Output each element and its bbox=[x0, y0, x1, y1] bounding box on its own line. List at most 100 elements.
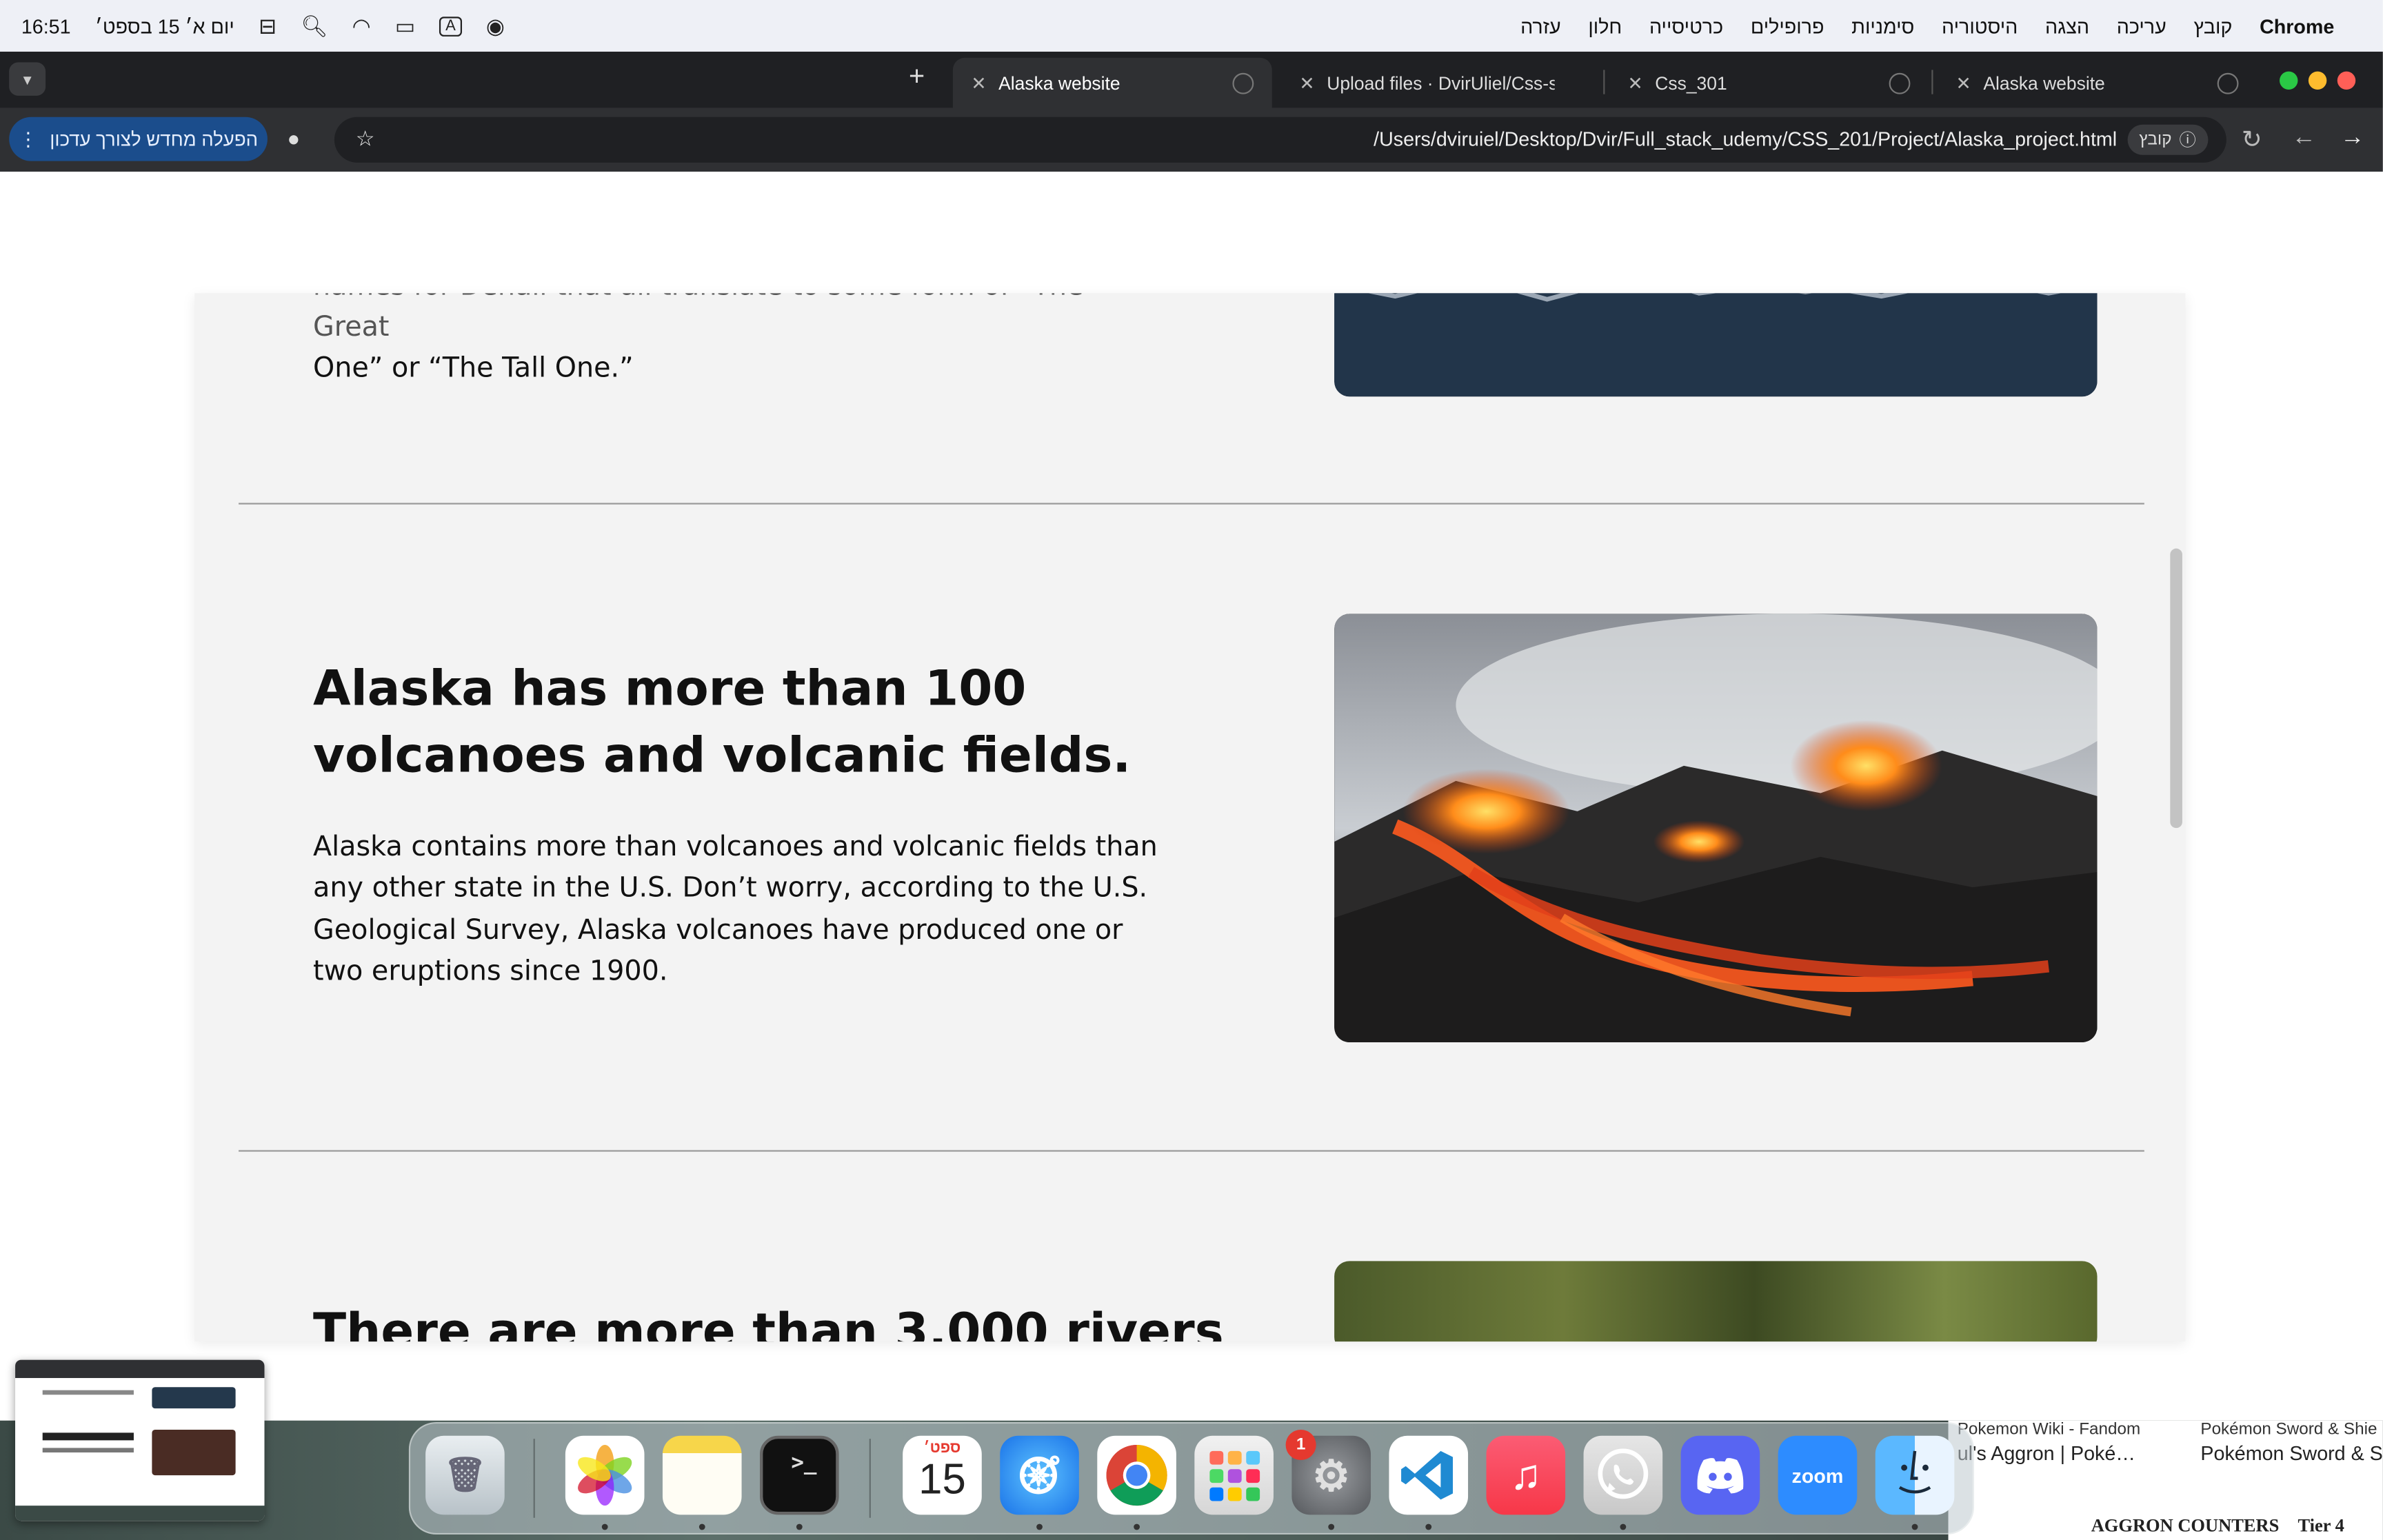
running-indicator bbox=[1036, 1523, 1043, 1530]
menu-app-name[interactable]: Chrome bbox=[2260, 14, 2334, 37]
close-tab-icon[interactable]: ✕ bbox=[1627, 72, 1642, 94]
menu-help[interactable]: עזרה bbox=[1520, 14, 1561, 37]
chrome-app-icon[interactable] bbox=[1097, 1435, 1176, 1515]
menu-view[interactable]: הצגה bbox=[2045, 14, 2089, 37]
screen-recording-icon[interactable]: ◉ bbox=[486, 13, 505, 39]
spotlight-icon[interactable]: 🔍︎ bbox=[301, 13, 328, 39]
close-tab-icon[interactable]: ✕ bbox=[1956, 72, 1971, 94]
tab-label: Upload files · DvirUliel/Css-se bbox=[1327, 72, 1555, 94]
running-indicator bbox=[796, 1523, 803, 1530]
whatsapp-app-icon[interactable] bbox=[1583, 1435, 1663, 1515]
menu-history[interactable]: היסטוריה bbox=[1942, 14, 2018, 37]
music-app-icon[interactable]: ♫ bbox=[1486, 1435, 1566, 1515]
back-arrow-icon[interactable]: ← bbox=[2292, 125, 2316, 152]
bg-window-text: Pokémon Sword & S bbox=[2200, 1441, 2383, 1465]
running-indicator bbox=[1911, 1523, 1918, 1530]
running-indicator bbox=[1134, 1523, 1140, 1530]
address-bar[interactable]: ☆ /Users/dviruiel/Desktop/Dvir/Full_stac… bbox=[334, 116, 2226, 163]
tab-separator bbox=[1603, 70, 1605, 94]
system-settings-app-icon[interactable]: ⚙ 1 bbox=[1285, 1429, 1371, 1515]
menu-bookmarks[interactable]: סימניות bbox=[1851, 14, 1914, 37]
section-paragraph: Alaska contains more than volcanoes and … bbox=[313, 831, 1158, 988]
tab-label: Css_301 bbox=[1655, 72, 1727, 94]
site-info-chip[interactable]: קובץ ⓘ bbox=[2126, 124, 2209, 155]
menu-tab[interactable]: כרטיסייה bbox=[1649, 14, 1723, 37]
menu-edit[interactable]: עריכה bbox=[2117, 14, 2166, 37]
tab-alaska-website-active[interactable]: ✕ Alaska website bbox=[952, 57, 1272, 108]
tab-label: Alaska website bbox=[1983, 72, 2105, 94]
dock-separator bbox=[533, 1439, 535, 1518]
terminal-app-icon[interactable]: >_ bbox=[760, 1435, 839, 1515]
close-tab-icon[interactable]: ✕ bbox=[971, 72, 986, 94]
window-thumbnail-preview[interactable] bbox=[15, 1359, 265, 1521]
volcano-image bbox=[1334, 614, 2098, 1042]
url-text: /Users/dviruiel/Desktop/Dvir/Full_stack_… bbox=[1374, 128, 2118, 151]
calendar-app-icon[interactable]: ספט׳ 15 bbox=[903, 1435, 982, 1515]
tab-alaska-website[interactable]: ✕ Alaska website bbox=[1938, 58, 2257, 108]
content-card: names for Denali that all translate to s… bbox=[194, 293, 2186, 1342]
new-tab-button[interactable]: + bbox=[909, 61, 925, 92]
vscode-app-icon[interactable] bbox=[1389, 1435, 1469, 1515]
control-center-icon[interactable]: ⊟ bbox=[259, 13, 276, 39]
wifi-icon[interactable]: ◠ bbox=[352, 13, 371, 39]
dock-separator bbox=[869, 1439, 871, 1518]
section-divider bbox=[239, 503, 2144, 505]
section-heading: Alaska has more than 100 volcanoes and v… bbox=[313, 659, 1132, 784]
page-viewport: names for Denali that all translate to s… bbox=[0, 172, 2383, 1421]
calendar-day: 15 bbox=[918, 1455, 966, 1503]
previous-text-end: One” or “The Tall One.” bbox=[313, 352, 634, 385]
close-window-button[interactable] bbox=[2337, 71, 2356, 90]
trash-icon[interactable]: 🗑︎ bbox=[425, 1435, 505, 1515]
date[interactable]: יום א׳ 15 בספט׳ bbox=[95, 14, 234, 37]
menu-file[interactable]: קובץ bbox=[2193, 14, 2232, 37]
zoom-label: zoom bbox=[1791, 1463, 1844, 1487]
previous-section-text: names for Denali that all translate to s… bbox=[313, 293, 1134, 389]
relaunch-to-update-button[interactable]: הפעלה מחדש לצורך עדכון ⋮ bbox=[9, 116, 268, 161]
running-indicator bbox=[1425, 1523, 1432, 1530]
notification-badge: 1 bbox=[1285, 1429, 1316, 1461]
tab-css-301[interactable]: ✕ Css_301 bbox=[1609, 58, 1929, 108]
section-divider bbox=[239, 1150, 2144, 1152]
tab-label: Alaska website bbox=[998, 72, 1120, 94]
menu-profiles[interactable]: פרופילים bbox=[1751, 14, 1824, 37]
bookmark-star-icon[interactable]: ☆ bbox=[356, 126, 375, 152]
tab-search-button[interactable]: ▾ bbox=[9, 62, 46, 96]
finder-app-icon[interactable] bbox=[1875, 1435, 1955, 1515]
forward-arrow-icon[interactable]: → bbox=[2340, 125, 2364, 152]
next-section-heading: There are more than 3,000 rivers bbox=[313, 1301, 1224, 1342]
zoom-window-button[interactable] bbox=[2280, 71, 2298, 90]
reload-icon[interactable]: ↻ bbox=[2242, 125, 2262, 155]
discord-app-icon[interactable] bbox=[1680, 1435, 1760, 1515]
chevron-down-icon: ▾ bbox=[23, 70, 32, 89]
profile-icon[interactable]: ● bbox=[288, 126, 301, 150]
calendar-month: ספט׳ bbox=[923, 1440, 961, 1457]
tab-upload-files[interactable]: ✕ Upload files · DvirUliel/Css-se bbox=[1281, 58, 1600, 108]
battery-icon[interactable]: ▭ bbox=[395, 13, 415, 39]
zoom-app-icon[interactable]: zoom bbox=[1778, 1435, 1858, 1515]
notes-app-icon[interactable] bbox=[662, 1435, 742, 1515]
bg-window-text: Tier 4 bbox=[2297, 1514, 2344, 1537]
tab-strip: ▾ + ✕ Alaska website ✕ Upload files · Dv… bbox=[0, 51, 2383, 108]
globe-icon bbox=[1889, 72, 1911, 94]
more-menu-icon: ⋮ bbox=[19, 129, 38, 151]
background-browser-window[interactable]: Pokemon Wiki - Fandom ul's Aggron | Poké… bbox=[1948, 1420, 2383, 1540]
menu-window[interactable]: חלון bbox=[1588, 14, 1622, 37]
tab-separator bbox=[1931, 70, 1933, 94]
mac-menu-bar: 16:51 יום א׳ 15 בספט׳ ⊟ 🔍︎ ◠ ▭ A ◉ עזרה … bbox=[0, 0, 2383, 52]
safari-app-icon[interactable]: 🧭︎ bbox=[1000, 1435, 1079, 1515]
river-canyon-image bbox=[1334, 1261, 2098, 1342]
close-tab-icon[interactable]: ✕ bbox=[1299, 72, 1314, 94]
input-source-icon[interactable]: A bbox=[439, 16, 462, 36]
minimize-window-button[interactable] bbox=[2308, 71, 2327, 90]
window-controls bbox=[2280, 71, 2356, 90]
running-indicator bbox=[1620, 1523, 1627, 1530]
launchpad-app-icon[interactable] bbox=[1194, 1435, 1274, 1515]
page-scrollbar[interactable] bbox=[2170, 548, 2182, 829]
previous-text-partial: names for Denali that all translate to s… bbox=[313, 293, 1083, 344]
photos-app-icon[interactable] bbox=[565, 1435, 645, 1515]
bg-window-text: Pokemon Wiki - Fandom bbox=[1957, 1420, 2141, 1439]
clock[interactable]: 16:51 bbox=[21, 14, 71, 37]
update-label: הפעלה מחדש לצורך עדכון bbox=[50, 128, 259, 150]
running-indicator bbox=[1328, 1523, 1335, 1530]
dock: 🗑︎ >_ ספט׳ 15 🧭︎ ⚙ 1 ♫ zoom bbox=[408, 1421, 1974, 1535]
